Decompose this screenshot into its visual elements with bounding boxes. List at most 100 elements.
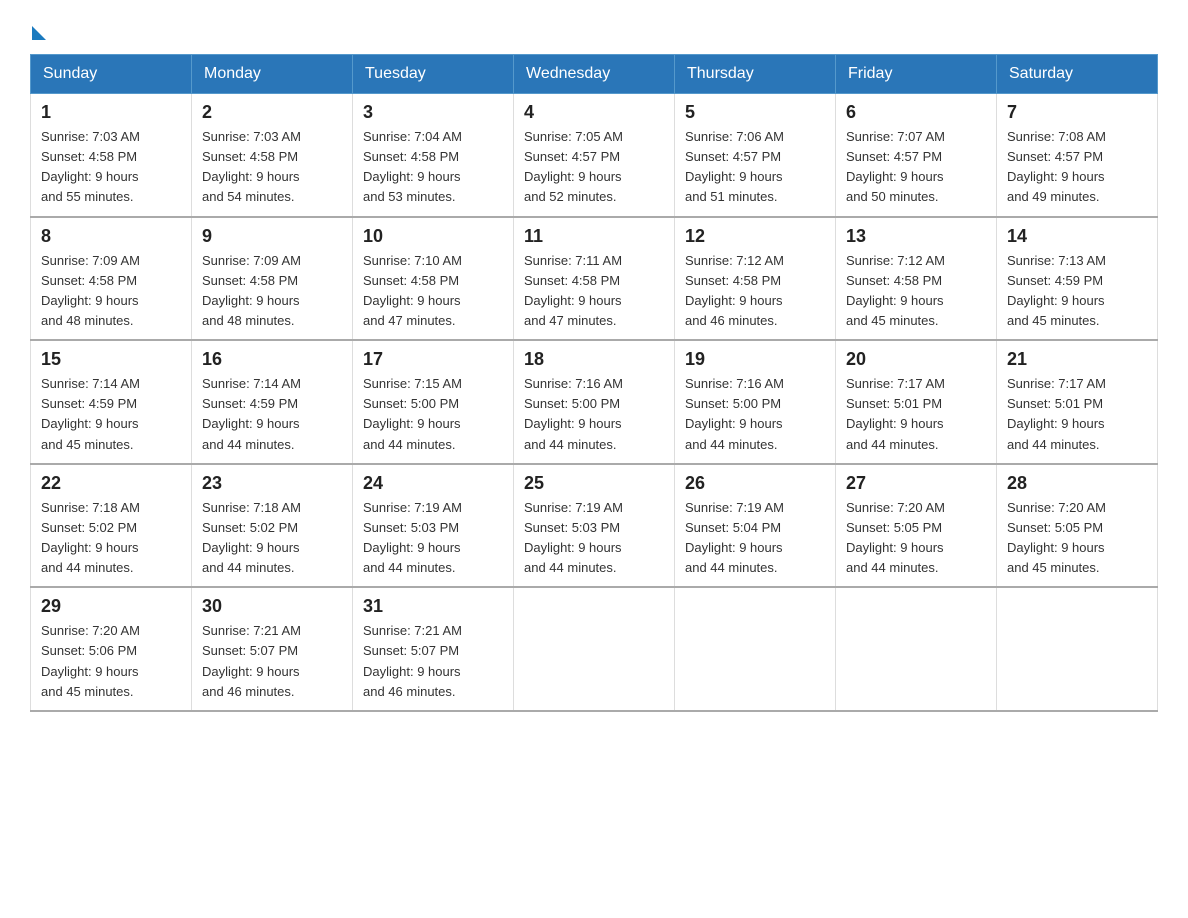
day-number: 3 bbox=[363, 102, 503, 123]
calendar-cell: 28 Sunrise: 7:20 AM Sunset: 5:05 PM Dayl… bbox=[997, 464, 1158, 588]
week-row-5: 29 Sunrise: 7:20 AM Sunset: 5:06 PM Dayl… bbox=[31, 587, 1158, 711]
calendar-cell: 13 Sunrise: 7:12 AM Sunset: 4:58 PM Dayl… bbox=[836, 217, 997, 341]
day-number: 13 bbox=[846, 226, 986, 247]
calendar-cell bbox=[836, 587, 997, 711]
calendar-cell: 7 Sunrise: 7:08 AM Sunset: 4:57 PM Dayli… bbox=[997, 94, 1158, 217]
logo bbox=[30, 20, 46, 36]
day-number: 14 bbox=[1007, 226, 1147, 247]
day-info: Sunrise: 7:16 AM Sunset: 5:00 PM Dayligh… bbox=[685, 374, 825, 455]
day-info: Sunrise: 7:19 AM Sunset: 5:04 PM Dayligh… bbox=[685, 498, 825, 579]
calendar-header-row: SundayMondayTuesdayWednesdayThursdayFrid… bbox=[31, 55, 1158, 94]
day-info: Sunrise: 7:09 AM Sunset: 4:58 PM Dayligh… bbox=[41, 251, 181, 332]
day-number: 23 bbox=[202, 473, 342, 494]
day-info: Sunrise: 7:12 AM Sunset: 4:58 PM Dayligh… bbox=[846, 251, 986, 332]
day-number: 9 bbox=[202, 226, 342, 247]
day-info: Sunrise: 7:10 AM Sunset: 4:58 PM Dayligh… bbox=[363, 251, 503, 332]
calendar-cell bbox=[675, 587, 836, 711]
day-number: 31 bbox=[363, 596, 503, 617]
day-info: Sunrise: 7:19 AM Sunset: 5:03 PM Dayligh… bbox=[524, 498, 664, 579]
calendar-cell: 9 Sunrise: 7:09 AM Sunset: 4:58 PM Dayli… bbox=[192, 217, 353, 341]
calendar-cell: 12 Sunrise: 7:12 AM Sunset: 4:58 PM Dayl… bbox=[675, 217, 836, 341]
day-number: 5 bbox=[685, 102, 825, 123]
calendar-cell: 23 Sunrise: 7:18 AM Sunset: 5:02 PM Dayl… bbox=[192, 464, 353, 588]
day-info: Sunrise: 7:17 AM Sunset: 5:01 PM Dayligh… bbox=[1007, 374, 1147, 455]
week-row-4: 22 Sunrise: 7:18 AM Sunset: 5:02 PM Dayl… bbox=[31, 464, 1158, 588]
day-number: 20 bbox=[846, 349, 986, 370]
day-info: Sunrise: 7:16 AM Sunset: 5:00 PM Dayligh… bbox=[524, 374, 664, 455]
calendar-header-friday: Friday bbox=[836, 55, 997, 94]
calendar-header-sunday: Sunday bbox=[31, 55, 192, 94]
day-number: 2 bbox=[202, 102, 342, 123]
week-row-3: 15 Sunrise: 7:14 AM Sunset: 4:59 PM Dayl… bbox=[31, 340, 1158, 464]
calendar-cell: 11 Sunrise: 7:11 AM Sunset: 4:58 PM Dayl… bbox=[514, 217, 675, 341]
day-number: 26 bbox=[685, 473, 825, 494]
calendar-cell: 20 Sunrise: 7:17 AM Sunset: 5:01 PM Dayl… bbox=[836, 340, 997, 464]
day-number: 16 bbox=[202, 349, 342, 370]
calendar-cell: 21 Sunrise: 7:17 AM Sunset: 5:01 PM Dayl… bbox=[997, 340, 1158, 464]
calendar-cell: 2 Sunrise: 7:03 AM Sunset: 4:58 PM Dayli… bbox=[192, 94, 353, 217]
calendar-cell: 5 Sunrise: 7:06 AM Sunset: 4:57 PM Dayli… bbox=[675, 94, 836, 217]
calendar-cell: 31 Sunrise: 7:21 AM Sunset: 5:07 PM Dayl… bbox=[353, 587, 514, 711]
calendar-cell: 15 Sunrise: 7:14 AM Sunset: 4:59 PM Dayl… bbox=[31, 340, 192, 464]
calendar-cell: 16 Sunrise: 7:14 AM Sunset: 4:59 PM Dayl… bbox=[192, 340, 353, 464]
day-number: 4 bbox=[524, 102, 664, 123]
day-number: 19 bbox=[685, 349, 825, 370]
day-number: 18 bbox=[524, 349, 664, 370]
calendar-cell bbox=[514, 587, 675, 711]
day-info: Sunrise: 7:04 AM Sunset: 4:58 PM Dayligh… bbox=[363, 127, 503, 208]
calendar-cell: 10 Sunrise: 7:10 AM Sunset: 4:58 PM Dayl… bbox=[353, 217, 514, 341]
day-number: 6 bbox=[846, 102, 986, 123]
calendar-cell: 25 Sunrise: 7:19 AM Sunset: 5:03 PM Dayl… bbox=[514, 464, 675, 588]
day-number: 30 bbox=[202, 596, 342, 617]
day-info: Sunrise: 7:03 AM Sunset: 4:58 PM Dayligh… bbox=[41, 127, 181, 208]
day-info: Sunrise: 7:18 AM Sunset: 5:02 PM Dayligh… bbox=[41, 498, 181, 579]
day-number: 11 bbox=[524, 226, 664, 247]
calendar-cell: 1 Sunrise: 7:03 AM Sunset: 4:58 PM Dayli… bbox=[31, 94, 192, 217]
day-info: Sunrise: 7:17 AM Sunset: 5:01 PM Dayligh… bbox=[846, 374, 986, 455]
calendar-cell: 17 Sunrise: 7:15 AM Sunset: 5:00 PM Dayl… bbox=[353, 340, 514, 464]
day-info: Sunrise: 7:21 AM Sunset: 5:07 PM Dayligh… bbox=[202, 621, 342, 702]
day-info: Sunrise: 7:11 AM Sunset: 4:58 PM Dayligh… bbox=[524, 251, 664, 332]
day-info: Sunrise: 7:08 AM Sunset: 4:57 PM Dayligh… bbox=[1007, 127, 1147, 208]
calendar-cell: 4 Sunrise: 7:05 AM Sunset: 4:57 PM Dayli… bbox=[514, 94, 675, 217]
day-info: Sunrise: 7:12 AM Sunset: 4:58 PM Dayligh… bbox=[685, 251, 825, 332]
calendar-header-wednesday: Wednesday bbox=[514, 55, 675, 94]
calendar-cell: 22 Sunrise: 7:18 AM Sunset: 5:02 PM Dayl… bbox=[31, 464, 192, 588]
calendar-table: SundayMondayTuesdayWednesdayThursdayFrid… bbox=[30, 54, 1158, 712]
day-info: Sunrise: 7:21 AM Sunset: 5:07 PM Dayligh… bbox=[363, 621, 503, 702]
calendar-cell: 27 Sunrise: 7:20 AM Sunset: 5:05 PM Dayl… bbox=[836, 464, 997, 588]
day-info: Sunrise: 7:19 AM Sunset: 5:03 PM Dayligh… bbox=[363, 498, 503, 579]
day-number: 28 bbox=[1007, 473, 1147, 494]
calendar-cell: 6 Sunrise: 7:07 AM Sunset: 4:57 PM Dayli… bbox=[836, 94, 997, 217]
day-number: 24 bbox=[363, 473, 503, 494]
calendar-cell: 18 Sunrise: 7:16 AM Sunset: 5:00 PM Dayl… bbox=[514, 340, 675, 464]
logo-arrow-icon bbox=[32, 26, 46, 40]
calendar-cell: 14 Sunrise: 7:13 AM Sunset: 4:59 PM Dayl… bbox=[997, 217, 1158, 341]
calendar-header-monday: Monday bbox=[192, 55, 353, 94]
calendar-cell: 26 Sunrise: 7:19 AM Sunset: 5:04 PM Dayl… bbox=[675, 464, 836, 588]
calendar-cell: 24 Sunrise: 7:19 AM Sunset: 5:03 PM Dayl… bbox=[353, 464, 514, 588]
calendar-cell: 30 Sunrise: 7:21 AM Sunset: 5:07 PM Dayl… bbox=[192, 587, 353, 711]
day-info: Sunrise: 7:18 AM Sunset: 5:02 PM Dayligh… bbox=[202, 498, 342, 579]
day-info: Sunrise: 7:15 AM Sunset: 5:00 PM Dayligh… bbox=[363, 374, 503, 455]
day-number: 10 bbox=[363, 226, 503, 247]
day-info: Sunrise: 7:20 AM Sunset: 5:06 PM Dayligh… bbox=[41, 621, 181, 702]
day-number: 25 bbox=[524, 473, 664, 494]
calendar-cell: 3 Sunrise: 7:04 AM Sunset: 4:58 PM Dayli… bbox=[353, 94, 514, 217]
day-number: 29 bbox=[41, 596, 181, 617]
day-info: Sunrise: 7:03 AM Sunset: 4:58 PM Dayligh… bbox=[202, 127, 342, 208]
week-row-2: 8 Sunrise: 7:09 AM Sunset: 4:58 PM Dayli… bbox=[31, 217, 1158, 341]
day-info: Sunrise: 7:20 AM Sunset: 5:05 PM Dayligh… bbox=[846, 498, 986, 579]
calendar-cell: 19 Sunrise: 7:16 AM Sunset: 5:00 PM Dayl… bbox=[675, 340, 836, 464]
day-number: 21 bbox=[1007, 349, 1147, 370]
day-number: 27 bbox=[846, 473, 986, 494]
day-number: 22 bbox=[41, 473, 181, 494]
day-number: 17 bbox=[363, 349, 503, 370]
calendar-header-saturday: Saturday bbox=[997, 55, 1158, 94]
day-info: Sunrise: 7:05 AM Sunset: 4:57 PM Dayligh… bbox=[524, 127, 664, 208]
day-info: Sunrise: 7:13 AM Sunset: 4:59 PM Dayligh… bbox=[1007, 251, 1147, 332]
week-row-1: 1 Sunrise: 7:03 AM Sunset: 4:58 PM Dayli… bbox=[31, 94, 1158, 217]
calendar-cell: 29 Sunrise: 7:20 AM Sunset: 5:06 PM Dayl… bbox=[31, 587, 192, 711]
day-info: Sunrise: 7:06 AM Sunset: 4:57 PM Dayligh… bbox=[685, 127, 825, 208]
day-number: 8 bbox=[41, 226, 181, 247]
